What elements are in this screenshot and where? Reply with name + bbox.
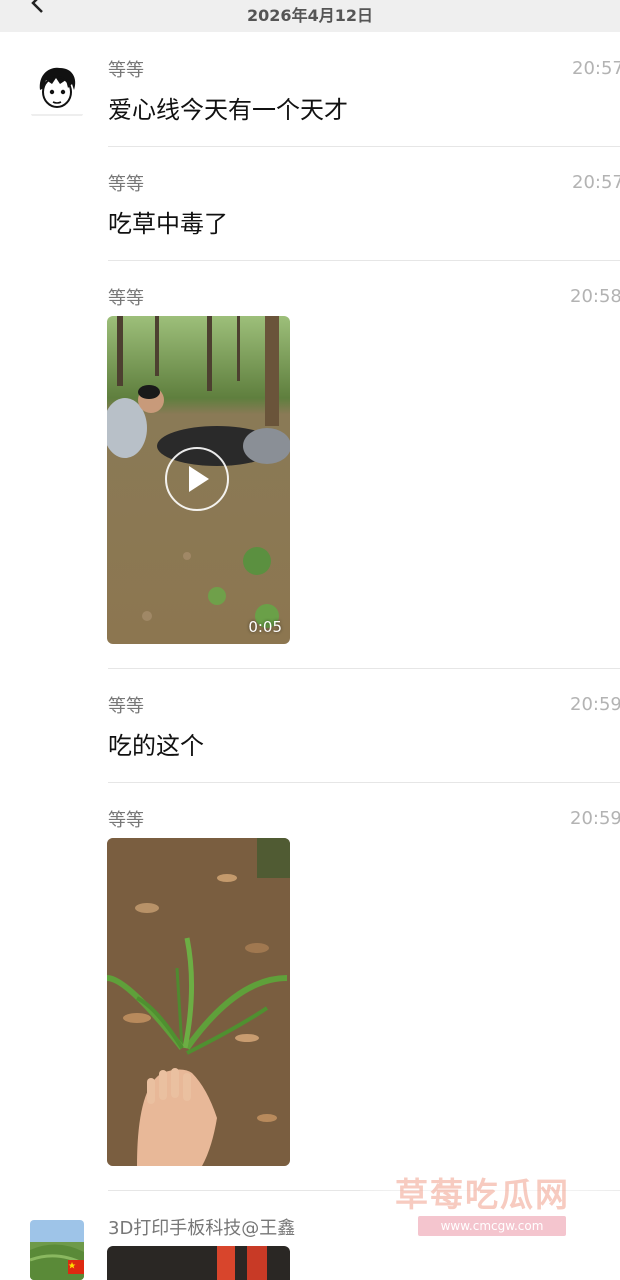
sender-name: 等等 [108,174,144,195]
media-thumbnail[interactable] [107,1246,290,1280]
sender-name: 等等 [108,696,144,717]
top-bar: 2026年4月12日 [0,0,620,32]
sender-name: 3D打印手板科技@王鑫 [108,1218,296,1239]
watermark-title: 草莓吃瓜网 [395,1175,570,1214]
sender-name: 等等 [108,60,144,81]
divider [108,260,620,261]
divider [108,782,620,783]
message-time: 20:59 [570,694,620,715]
video-duration: 0:05 [248,618,282,636]
message-text: 吃的这个 [108,732,204,760]
sender-name: 等等 [108,810,144,831]
watermark-url: www.cmcgw.com [418,1216,566,1236]
message-text: 吃草中毒了 [108,210,228,238]
play-icon [189,466,209,492]
sender-name: 等等 [108,288,144,309]
message-time: 20:59 [570,808,620,829]
message-time: 20:57 [572,58,620,79]
flag-icon [68,1260,84,1274]
avatar[interactable] [30,62,84,116]
message-time: 20:57 [572,172,620,193]
image-thumbnail[interactable] [107,838,290,1166]
video-thumbnail[interactable]: 0:05 [107,316,290,644]
divider [108,668,620,669]
play-button[interactable] [165,447,229,511]
divider [108,146,620,147]
message-time: 20:58 [570,286,620,307]
message-text: 爱心线今天有一个天才 [108,96,348,124]
date-title: 2026年4月12日 [247,6,373,25]
